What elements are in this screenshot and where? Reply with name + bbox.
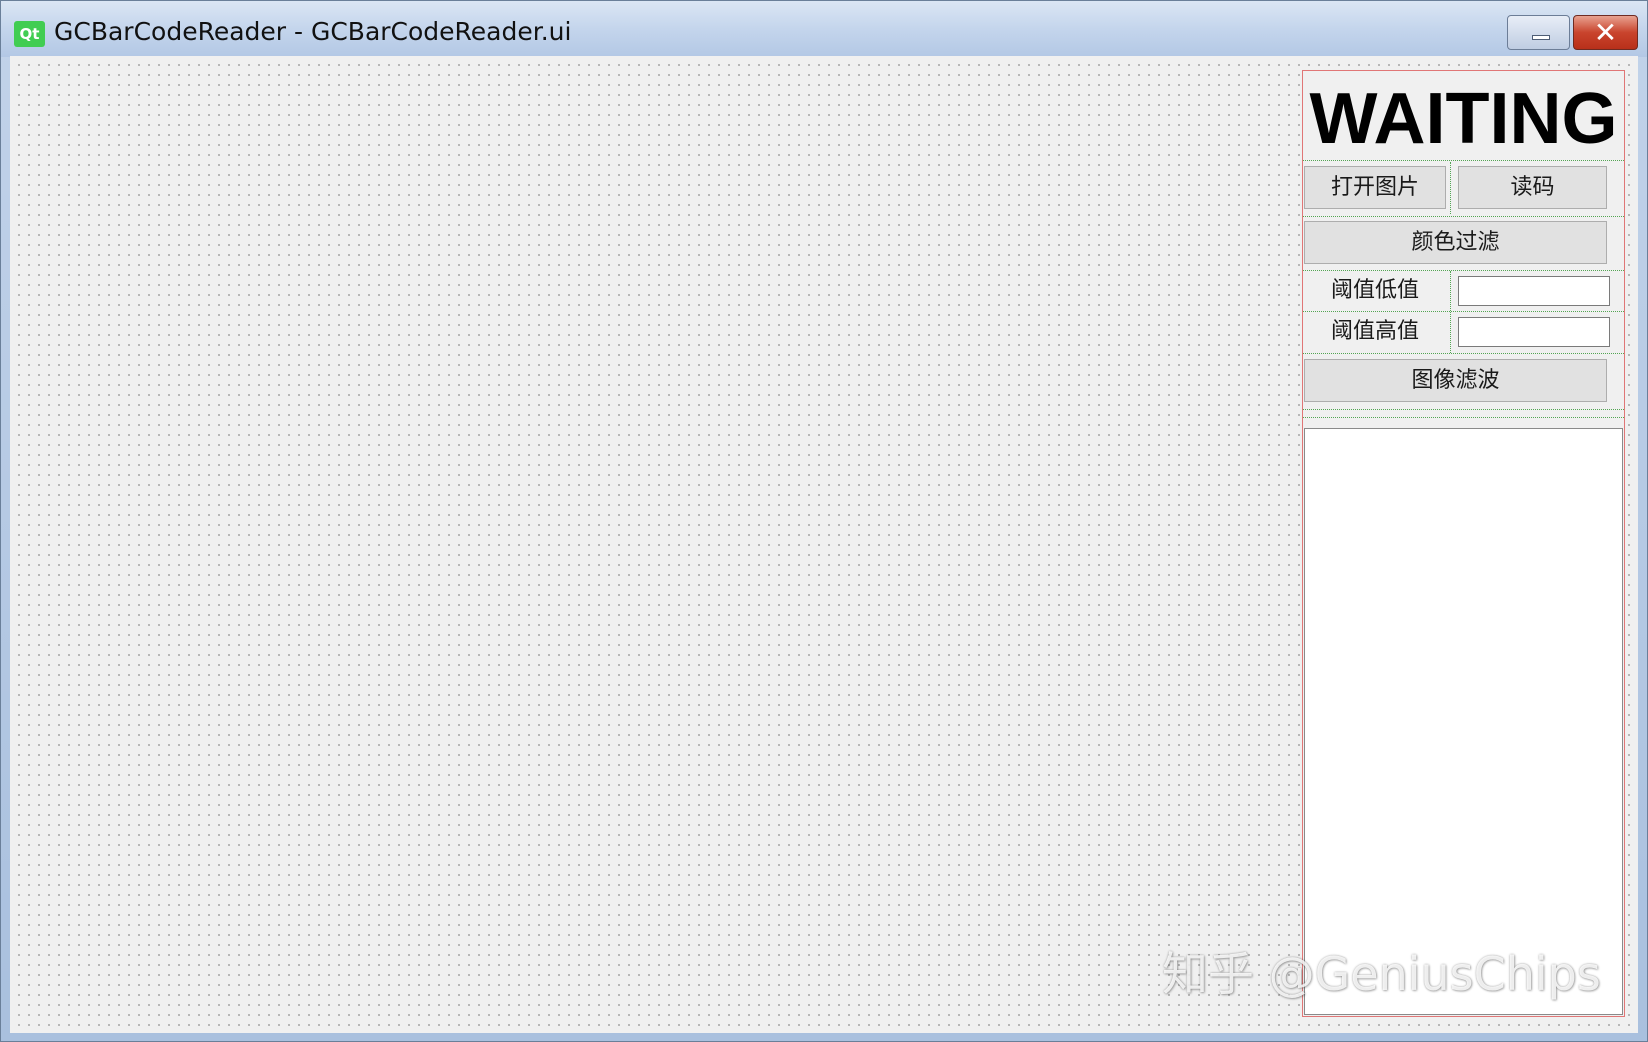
image-filter-button[interactable]: 图像滤波 [1304,359,1607,402]
layout-divider [1303,270,1624,271]
window-title: GCBarCodeReader - GCBarCodeReader.ui [54,17,572,46]
read-code-button[interactable]: 读码 [1458,166,1607,209]
layout-divider [1303,216,1624,217]
layout-divider [1303,417,1624,418]
threshold-low-label: 阈值低值 [1330,278,1419,303]
title-bar[interactable]: Qt GCBarCodeReader - GCBarCodeReader.ui … [1,1,1647,57]
app-window: Qt GCBarCodeReader - GCBarCodeReader.ui … [0,0,1648,1042]
control-panel: WAITING 打开图片 读码 颜色过滤 阈值低值 阈值高值 图像滤波 [1302,70,1625,1017]
color-filter-button[interactable]: 颜色过滤 [1304,221,1607,264]
layout-divider [1303,409,1624,410]
open-image-button[interactable]: 打开图片 [1304,166,1446,209]
minimize-button[interactable] [1507,15,1570,50]
layout-divider [1303,311,1624,312]
threshold-high-label: 阈值高值 [1330,319,1419,344]
close-icon: ✕ [1593,16,1618,49]
zhihu-watermark: 知乎 @GeniusChips [1162,947,1601,1001]
layout-divider [1303,353,1624,354]
qt-app-icon: Qt [14,21,45,47]
status-label: WAITING [1309,79,1618,159]
layout-divider [1303,160,1624,161]
layout-divider [1450,271,1451,353]
layout-divider [1450,162,1451,214]
threshold-low-input[interactable] [1458,276,1610,306]
threshold-high-input[interactable] [1458,317,1610,347]
minimize-icon [1532,35,1550,40]
close-button[interactable]: ✕ [1573,15,1638,50]
result-text-area[interactable] [1304,428,1623,1015]
designer-form-canvas[interactable]: WAITING 打开图片 读码 颜色过滤 阈值低值 阈值高值 图像滤波 [10,56,1638,1033]
